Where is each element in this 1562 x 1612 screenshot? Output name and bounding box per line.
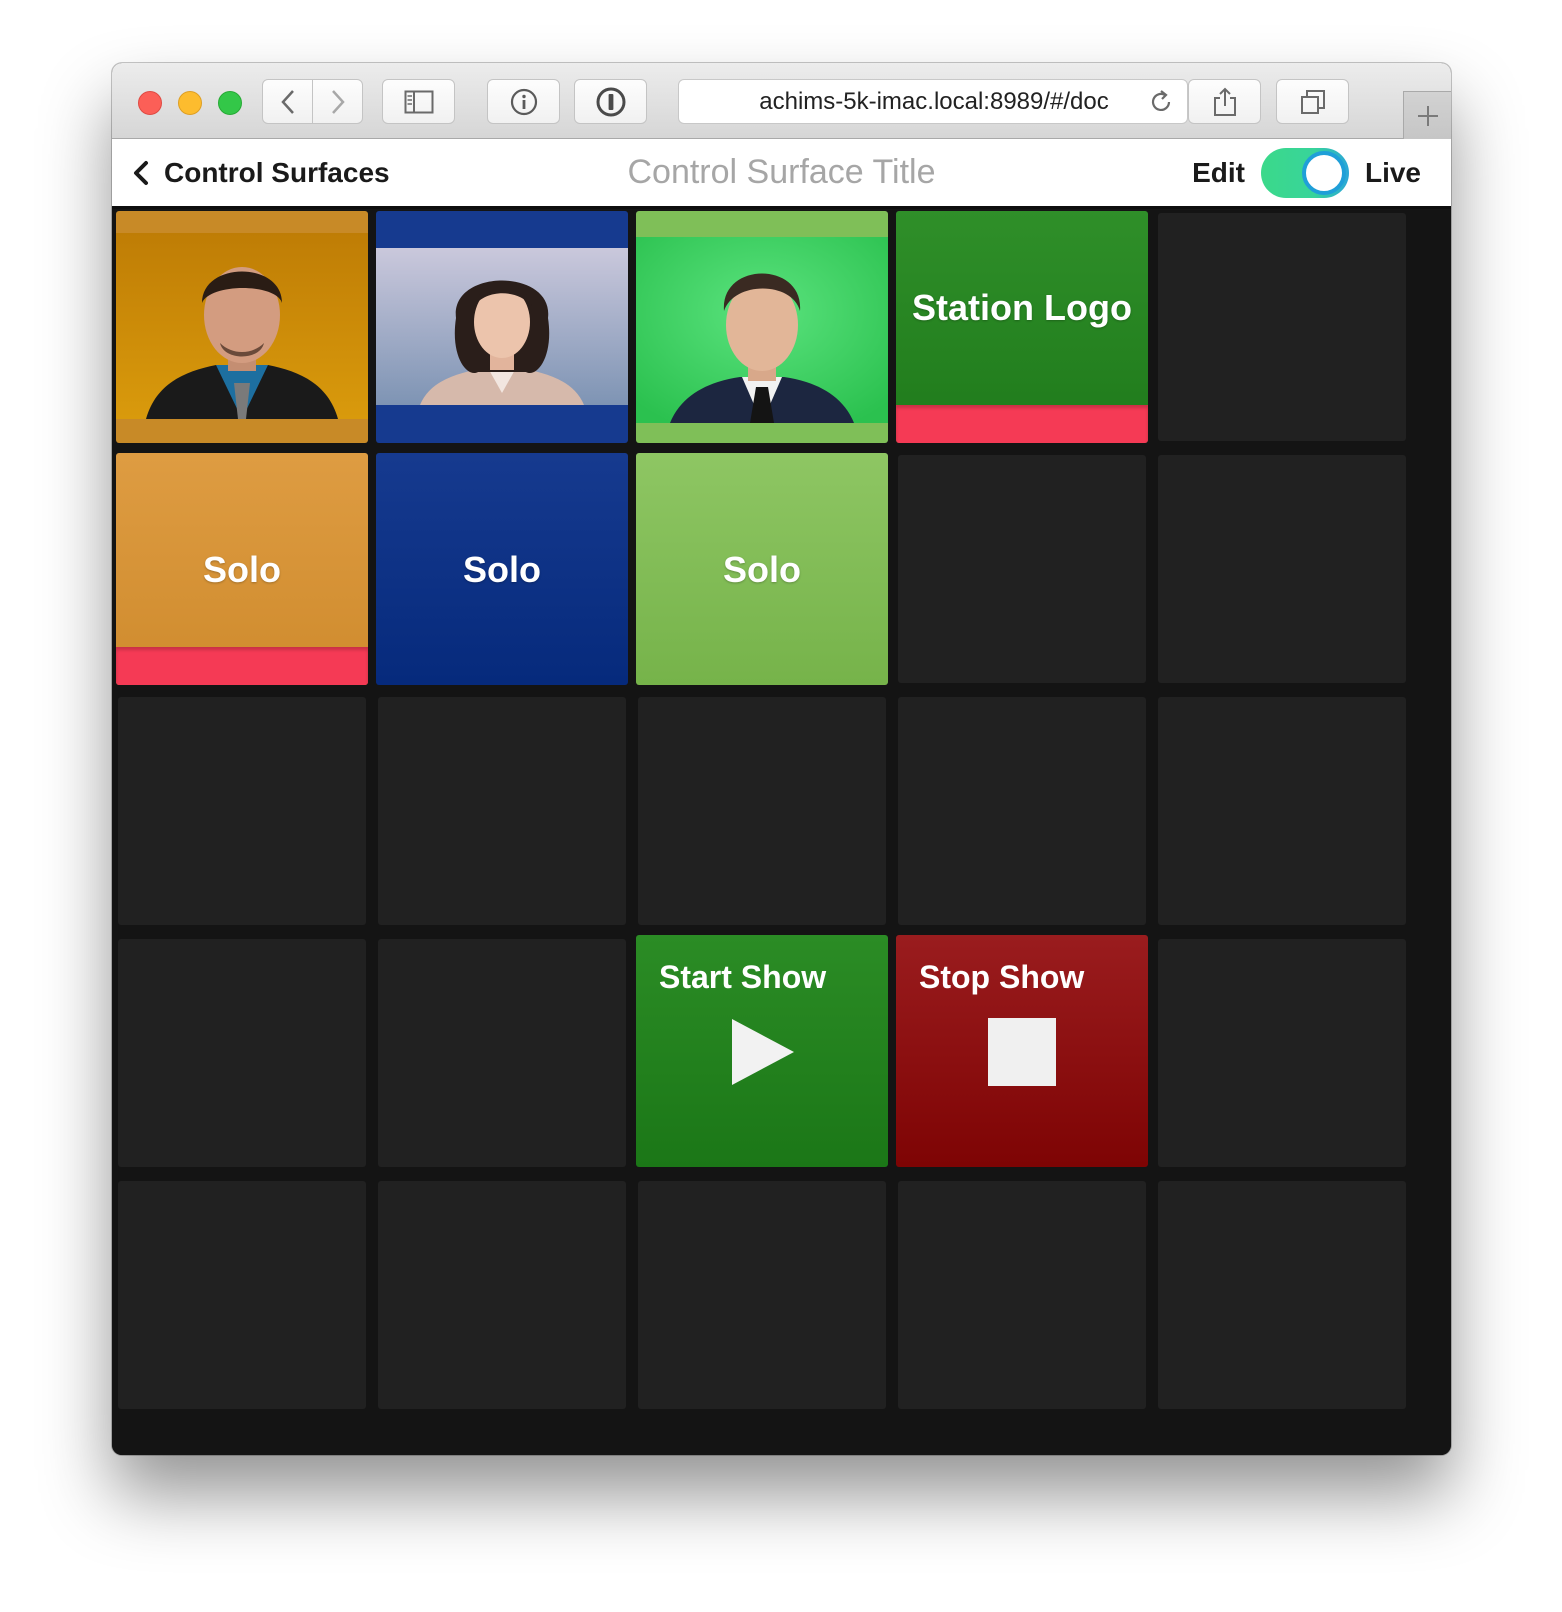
chevron-left-icon (134, 160, 148, 185)
anchor-1-photo (116, 233, 368, 419)
forward-button[interactable] (312, 79, 363, 124)
back-link-label: Control Surfaces (164, 156, 390, 188)
address-bar[interactable]: achims-5k-imac.local:8989/#/doc (678, 79, 1188, 124)
empty-slot[interactable] (378, 1181, 626, 1409)
anchor-3-photo (636, 237, 888, 423)
control-grid: Station Logo Solo Solo Solo Start Show S… (112, 209, 1451, 1455)
sidebar-button[interactable] (382, 79, 455, 124)
share-button[interactable] (1188, 79, 1261, 124)
sidebar-icon (404, 90, 433, 113)
reload-icon[interactable] (1147, 88, 1175, 116)
on-air-indicator (116, 647, 368, 685)
password-button[interactable] (574, 79, 647, 124)
empty-slot[interactable] (898, 1181, 1146, 1409)
toggle-knob (1301, 150, 1346, 195)
tabs-icon (1300, 89, 1325, 114)
anchor-2-photo (376, 248, 628, 405)
new-tab-icon (1417, 105, 1438, 126)
solo-3-label: Solo (723, 549, 801, 590)
solo-1-tile[interactable]: Solo (116, 453, 368, 685)
tabs-overview-button[interactable] (1276, 79, 1349, 124)
solo-2-tile[interactable]: Solo (376, 453, 628, 685)
close-window-button[interactable] (138, 91, 162, 115)
empty-slot[interactable] (638, 1181, 886, 1409)
anchor-2-tile[interactable] (376, 211, 628, 443)
forward-icon (331, 89, 345, 114)
edit-label: Edit (1192, 156, 1245, 188)
back-icon (280, 89, 294, 114)
station-logo-label: Station Logo (912, 287, 1132, 328)
empty-slot[interactable] (118, 939, 366, 1167)
empty-slot[interactable] (1158, 939, 1406, 1167)
solo-3-tile[interactable]: Solo (636, 453, 888, 685)
solo-1-label: Solo (203, 549, 281, 590)
control-surfaces-back-link[interactable]: Control Surfaces (130, 139, 390, 206)
new-tab-button[interactable] (1403, 91, 1451, 139)
share-icon (1213, 87, 1236, 116)
anchor-1-tile[interactable] (116, 211, 368, 443)
url-text: achims-5k-imac.local:8989/#/doc (759, 88, 1109, 115)
empty-slot[interactable] (898, 455, 1146, 683)
info-icon (510, 88, 537, 115)
empty-slot[interactable] (638, 697, 886, 925)
back-button[interactable] (262, 79, 313, 124)
live-label: Live (1364, 156, 1421, 188)
minimize-window-button[interactable] (178, 91, 202, 115)
empty-slot[interactable] (378, 939, 626, 1167)
empty-slot[interactable] (118, 1181, 366, 1409)
info-button[interactable] (487, 79, 560, 124)
zoom-window-button[interactable] (218, 91, 242, 115)
station-logo-tile[interactable]: Station Logo (896, 211, 1148, 443)
solo-2-label: Solo (463, 549, 541, 590)
play-icon (732, 1019, 794, 1085)
empty-slot[interactable] (1158, 213, 1406, 441)
edit-live-toggle[interactable] (1260, 147, 1349, 198)
start-show-label: Start Show (659, 959, 827, 995)
empty-slot[interactable] (1158, 455, 1406, 683)
browser-window: achims-5k-imac.local:8989/#/doc Control … (112, 63, 1451, 1455)
empty-slot[interactable] (378, 697, 626, 925)
empty-slot[interactable] (1158, 697, 1406, 925)
empty-slot[interactable] (898, 697, 1146, 925)
app-header: Control Surfaces Control Surface Title E… (112, 139, 1451, 209)
start-show-button[interactable]: Start Show (636, 935, 888, 1167)
mode-switch-group: Edit Live (1192, 139, 1421, 206)
stop-icon (988, 1018, 1056, 1086)
empty-slot[interactable] (1158, 1181, 1406, 1409)
password-icon (596, 87, 625, 116)
stop-show-button[interactable]: Stop Show (896, 935, 1148, 1167)
empty-slot[interactable] (118, 697, 366, 925)
anchor-3-tile[interactable] (636, 211, 888, 443)
stop-show-label: Stop Show (919, 959, 1085, 995)
browser-toolbar: achims-5k-imac.local:8989/#/doc (112, 63, 1451, 139)
on-air-indicator (896, 405, 1148, 443)
